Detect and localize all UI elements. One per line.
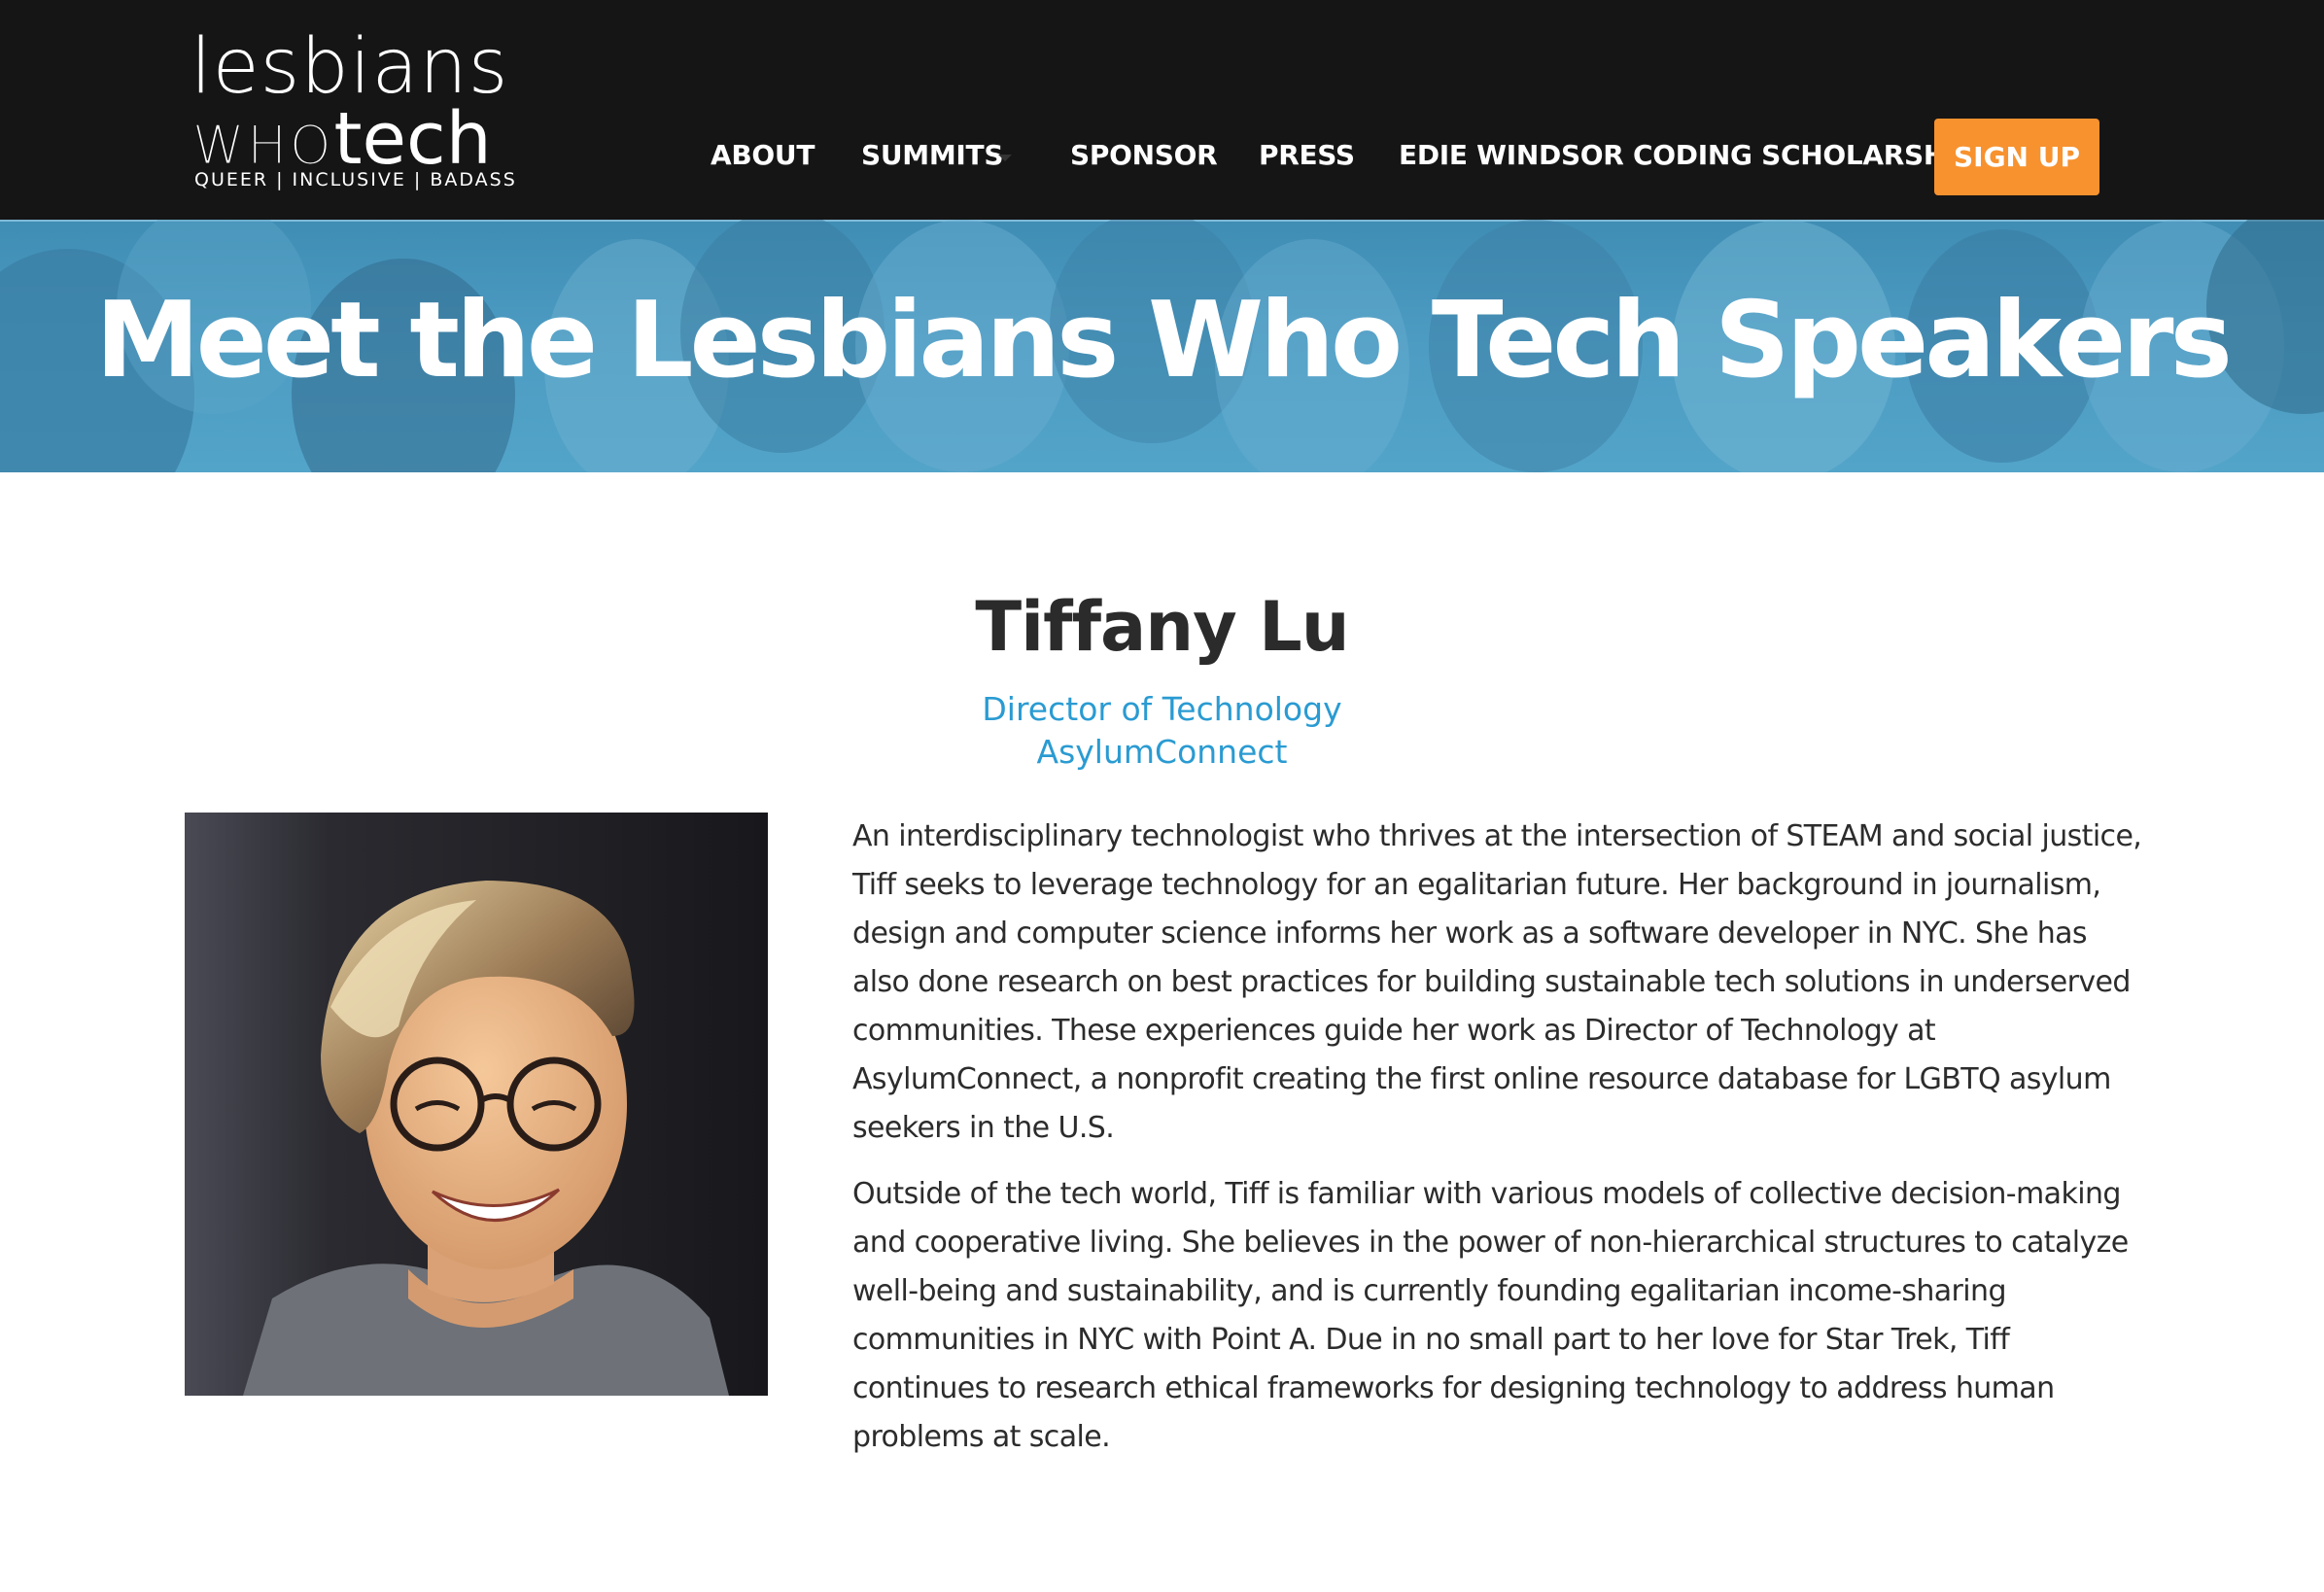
nav-item-edie-windsor-scholarship[interactable]: EDIE WINDSOR CODING SCHOLARSHIP (1399, 136, 1976, 175)
nav-item-summits[interactable]: SUMMITS (861, 136, 1004, 175)
site-header: lesbians WHOtech QUEER | INCLUSIVE | BAD… (0, 0, 2324, 220)
speaker-name: Tiffany Lu (975, 587, 1349, 667)
speaker-bio: An interdisciplinary technologist who th… (852, 813, 2145, 1479)
bio-paragraph: An interdisciplinary technologist who th… (852, 819, 2142, 1145)
nav-item-about[interactable]: ABOUT (711, 136, 815, 175)
main-nav: ABOUT SUMMITS SPONSOR PRESS EDIE WINDSOR… (0, 0, 2324, 220)
nav-item-sponsor[interactable]: SPONSOR (1070, 136, 1218, 175)
speaker-job-title: Director of Technology (982, 690, 1342, 728)
hero-banner: Meet the Lesbians Who Tech Speakers (0, 220, 2324, 472)
page-title: Meet the Lesbians Who Tech Speakers (95, 280, 2233, 401)
nav-item-press[interactable]: PRESS (1259, 136, 1355, 175)
speaker-photo (185, 813, 768, 1396)
page: lesbians WHOtech QUEER | INCLUSIVE | BAD… (0, 0, 2324, 1592)
bio-paragraph: Outside of the tech world, Tiff is famil… (852, 1177, 2129, 1454)
speaker-organization: AsylumConnect (1036, 733, 1288, 771)
sign-up-button[interactable]: SIGN UP (1934, 119, 2099, 195)
chevron-down-icon[interactable] (998, 155, 1012, 161)
